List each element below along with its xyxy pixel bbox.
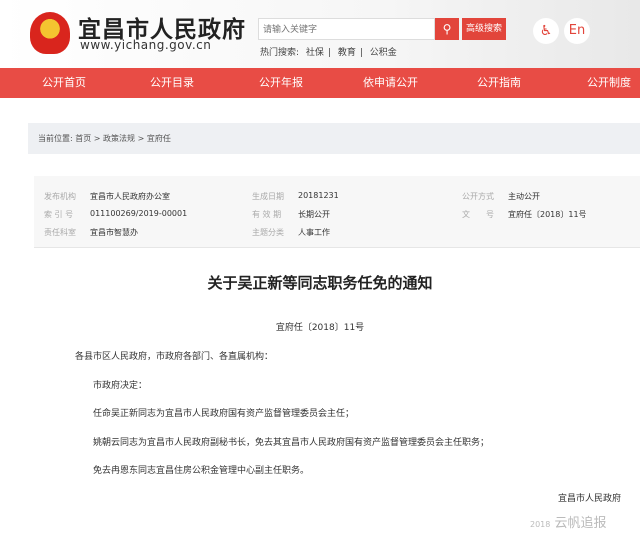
watermark-text: 云帆追报 (554, 516, 607, 531)
meta-key: 发布机构 (44, 192, 76, 201)
hot-label: 热门搜索: (260, 48, 300, 58)
meta-value: 011100269/2019-00001 (90, 209, 188, 218)
site-url: www.yichang.gov.cn (80, 38, 212, 52)
main-nav: 公开首页 公开目录 公开年报 依申请公开 公开指南 公开制度 (0, 68, 640, 98)
separator: | (327, 48, 331, 58)
english-button[interactable]: En (564, 18, 590, 44)
nav-item[interactable]: 公开指南 (477, 68, 521, 98)
hot-term[interactable]: 公积金 (370, 48, 397, 58)
meta-value: 长期公开 (298, 210, 330, 219)
breadcrumb-sep: > (137, 134, 145, 143)
paragraph: 任命吴正新同志为宜昌市人民政府国有资产监督管理委员会主任； (93, 409, 355, 419)
meta-key: 责任科室 (44, 228, 76, 237)
meta-value: 人事工作 (298, 228, 330, 237)
advanced-search-button[interactable]: 高级搜索 (462, 18, 506, 40)
search-button[interactable]: ⚲ (435, 18, 459, 40)
national-emblem-logo (30, 12, 70, 54)
meta-value: 宜府任〔2018〕11号 (508, 210, 587, 219)
document-title: 关于吴正新等同志职务任免的通知 (207, 274, 433, 292)
separator: | (359, 48, 363, 58)
nav-item[interactable]: 公开制度 (587, 68, 631, 98)
site-header: 宜昌市人民政府 www.yichang.gov.cn ⚲ 高级搜索 热门搜索: … (0, 0, 640, 68)
signature: 宜昌市人民政府 (558, 494, 622, 504)
breadcrumb-sep: > (93, 134, 101, 143)
meta-key: 公开方式 (462, 192, 494, 201)
nav-item[interactable]: 依申请公开 (363, 68, 418, 98)
hot-searches: 热门搜索: 社保 | 教育 | 公积金 (258, 45, 399, 58)
breadcrumb-item[interactable]: 宜府任 (147, 134, 171, 143)
search-icon: ⚲ (442, 22, 452, 36)
hot-term[interactable]: 教育 (338, 48, 356, 58)
breadcrumb-item[interactable]: 政策法规 (103, 134, 135, 143)
paragraph: 免去冉恩东同志宜昌住房公积金管理中心副主任职务。 (93, 466, 310, 476)
meta-key: 生成日期 (252, 192, 284, 201)
meta-value: 20181231 (298, 191, 339, 200)
nav-item[interactable]: 公开年报 (259, 68, 303, 98)
paragraph: 市政府决定： (93, 381, 148, 391)
breadcrumb: 当前位置: 首页 > 政策法规 > 宜府任 (28, 123, 640, 154)
nav-item[interactable]: 公开目录 (150, 68, 194, 98)
search-input[interactable] (258, 18, 435, 40)
document-number: 宜府任〔2018〕11号 (275, 323, 365, 333)
document-metadata: 发布机构 宜昌市人民政府办公室 生成日期 20181231 公开方式 主动公开 索 引… (34, 176, 640, 248)
date-partial: 2018 (530, 520, 551, 529)
paragraph: 姚朝云同志为宜昌市人民政府副秘书长，免去其宜昌市人民政府国有资产监督管理委员会主… (93, 438, 490, 448)
meta-key: 主题分类 (252, 228, 284, 237)
nav-item[interactable]: 公开首页 (42, 68, 86, 98)
watermark: 2018 云帆追报 (530, 512, 607, 531)
hot-term[interactable]: 社保 (306, 48, 324, 58)
accessibility-icon[interactable]: ♿ (533, 18, 559, 44)
meta-value: 主动公开 (508, 192, 540, 201)
meta-key: 有 效 期 (252, 210, 282, 219)
meta-key: 文 号 (462, 210, 494, 219)
paragraph: 各县市区人民政府，市政府各部门、各直属机构： (75, 352, 274, 362)
meta-value: 宜昌市智慧办 (90, 228, 138, 237)
breadcrumb-label: 当前位置: (38, 134, 73, 143)
meta-value: 宜昌市人民政府办公室 (90, 192, 170, 201)
meta-key: 索 引 号 (44, 210, 74, 219)
breadcrumb-item[interactable]: 首页 (75, 134, 91, 143)
